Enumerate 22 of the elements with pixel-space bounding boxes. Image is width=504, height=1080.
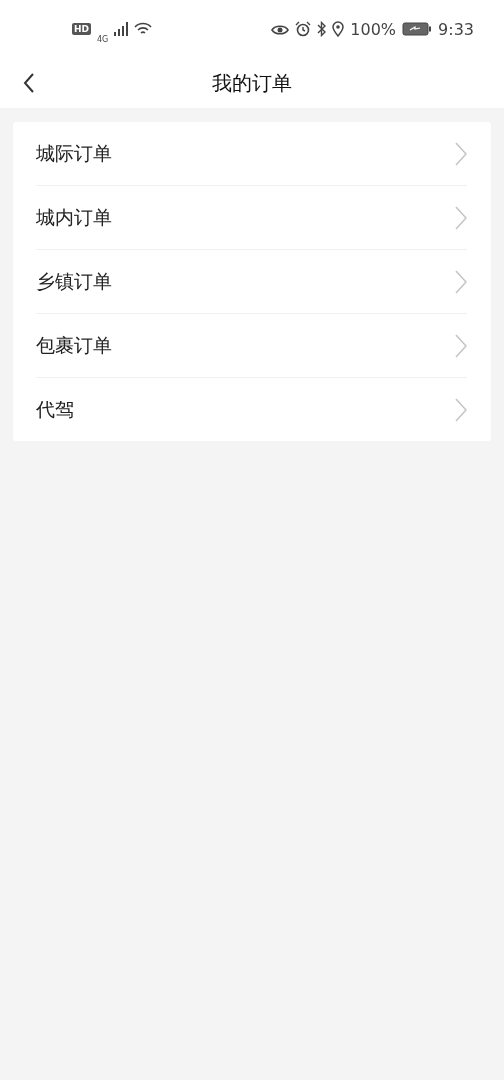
signal-icon [114, 22, 129, 36]
menu-item[interactable]: 代驾 [36, 396, 74, 423]
location-icon [332, 21, 345, 37]
chevron-right-icon [455, 397, 467, 422]
page-title: 我的订单 [212, 69, 292, 97]
battery-percent: 100% [350, 19, 397, 39]
menu-item[interactable]: 城内订单 [36, 204, 112, 231]
wifi-icon [134, 22, 153, 36]
eye-icon [271, 22, 290, 36]
status-time: 9:33 [438, 19, 474, 39]
alarm-icon [295, 21, 312, 37]
battery-icon [402, 22, 433, 36]
chevron-right-icon [455, 141, 467, 166]
menu-item[interactable]: 城际订单 [36, 140, 112, 167]
network-type: 4G [97, 34, 109, 44]
menu-item[interactable]: 包裹订单 [36, 332, 112, 359]
chevron-right-icon [455, 333, 467, 358]
menu-item[interactable]: 乡镇订单 [36, 268, 112, 295]
chevron-right-icon [455, 205, 467, 230]
chevron-right-icon [455, 269, 467, 294]
hd-badge: HD [72, 23, 91, 35]
bluetooth-icon [317, 21, 327, 37]
